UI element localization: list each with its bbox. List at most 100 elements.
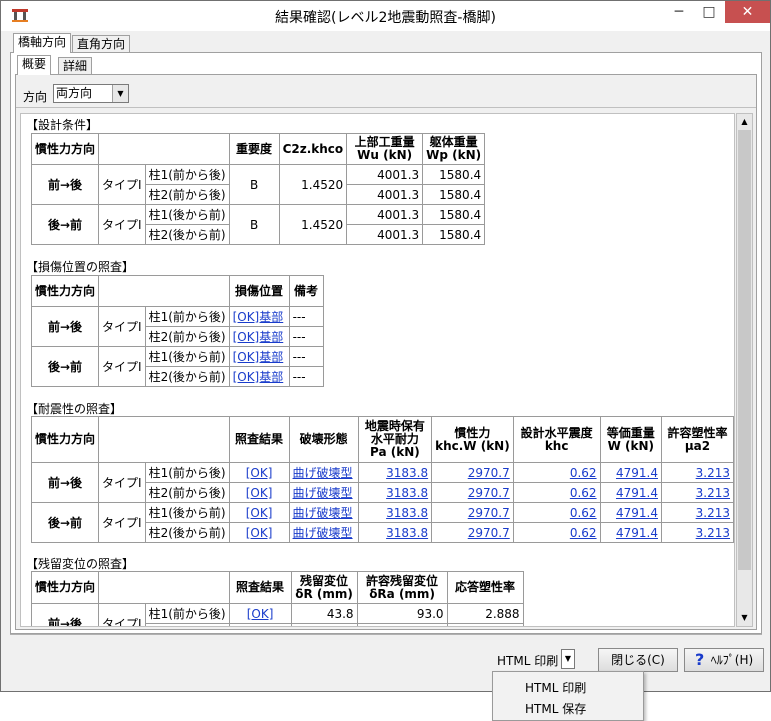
- mode-link[interactable]: 曲げ破壊型: [293, 486, 353, 500]
- damage-pos-link[interactable]: [OK]基部: [233, 310, 284, 324]
- scroll-up-icon[interactable]: ▲: [737, 114, 752, 130]
- damage-pos-link[interactable]: [OK]基部: [233, 330, 284, 344]
- importance-value: B: [228, 204, 280, 245]
- mode-link[interactable]: 曲げ破壊型: [293, 526, 353, 540]
- header-note: 備考: [288, 275, 324, 307]
- help-label: ﾍﾙﾌﾟ(H): [710, 653, 754, 667]
- pa-link[interactable]: 3183.8: [386, 486, 428, 500]
- mu-link[interactable]: 3.213: [696, 526, 730, 540]
- col-label: 柱1(後から前): [144, 502, 230, 523]
- mu-link[interactable]: 3.213: [696, 486, 730, 500]
- w-link[interactable]: 4791.4: [616, 486, 658, 500]
- vertical-scrollbar[interactable]: ▲ ▼: [736, 113, 753, 627]
- note-value: ---: [288, 326, 324, 347]
- dr-value: 43.8: [290, 603, 358, 624]
- col-label: 柱2(前から後): [144, 326, 230, 347]
- khcw-link[interactable]: 2970.7: [468, 466, 510, 480]
- header-blank: [98, 571, 230, 604]
- html-dropdown-menu: HTML 印刷 HTML 保存: [492, 671, 644, 721]
- direction-label: 方向: [23, 90, 48, 104]
- wp-value: 1580.4: [422, 164, 486, 185]
- mode-link[interactable]: 曲げ破壊型: [293, 506, 353, 520]
- col-label: 柱2(後から前): [144, 522, 230, 543]
- header-result: 照査結果: [228, 571, 292, 604]
- residual-section-title: 【残留変位の照査】: [26, 557, 135, 571]
- col-label: 柱1(前から後): [144, 306, 230, 327]
- main-window: 結果確認(レベル2地震動照査-橋脚) ─ □ ✕ 橋軸方向 直角方向 概要 詳細…: [0, 0, 771, 692]
- header-blank: [98, 416, 230, 463]
- chevron-down-icon: ▼: [112, 85, 128, 102]
- minimize-button[interactable]: ─: [665, 1, 693, 23]
- maximize-button[interactable]: □: [695, 1, 723, 23]
- result-link[interactable]: [OK]: [246, 526, 273, 540]
- col-label: 柱2(後から前): [144, 224, 230, 245]
- menu-item-html-save[interactable]: HTML 保存: [525, 700, 586, 717]
- khcw-link[interactable]: 2970.7: [468, 526, 510, 540]
- col-label: 柱1(後から前): [144, 204, 230, 225]
- html-dropdown-button[interactable]: ▼: [561, 649, 575, 669]
- dir-fwd: 前→後: [30, 164, 100, 205]
- chevron-down-icon: ▼: [564, 654, 572, 663]
- c2z-value: 1.4520: [278, 204, 348, 245]
- col-label: 柱2(前から後): [144, 184, 230, 205]
- mu-link[interactable]: 3.213: [696, 506, 730, 520]
- importance-value: B: [228, 164, 280, 205]
- header-khc: 設計水平震度 khc: [512, 416, 601, 463]
- header-dra: 許容残留変位 δRa (mm): [356, 571, 448, 604]
- header-dr: 残留変位 δR (mm): [290, 571, 358, 604]
- tab-summary[interactable]: 概要: [17, 55, 52, 75]
- header-importance: 重要度: [228, 133, 280, 165]
- divider: [16, 107, 756, 108]
- mode-link[interactable]: 曲げ破壊型: [293, 466, 353, 480]
- seismic-section-title: 【耐震性の照査】: [26, 402, 123, 416]
- seismic-table: 慣性力方向 照査結果 破壊形態 地震時保有 水平耐力 Pa (kN) 慣性力 khc.…: [30, 416, 734, 543]
- w-link[interactable]: 4791.4: [616, 526, 658, 540]
- header-c2z: C2z.khco: [278, 133, 348, 165]
- damage-pos-link[interactable]: [OK]基部: [233, 370, 284, 384]
- type-label: タイプI: [98, 502, 146, 543]
- pa-link[interactable]: 3183.8: [386, 506, 428, 520]
- header-inertia: 慣性力方向: [30, 416, 100, 463]
- tab-detail[interactable]: 詳細: [58, 57, 93, 75]
- khc-link[interactable]: 0.62: [570, 506, 597, 520]
- menu-item-html-print[interactable]: HTML 印刷: [525, 679, 586, 696]
- type-label: タイプI: [98, 164, 146, 205]
- pa-link[interactable]: 3183.8: [386, 526, 428, 540]
- close-button[interactable]: 閉じる(C): [598, 648, 678, 672]
- khc-link[interactable]: 0.62: [570, 526, 597, 540]
- result-link[interactable]: [OK]: [246, 486, 273, 500]
- pa-link[interactable]: 3183.8: [386, 466, 428, 480]
- header-pa: 地震時保有 水平耐力 Pa (kN): [357, 416, 433, 463]
- type-label: タイプI: [98, 603, 146, 626]
- mu-link[interactable]: 3.213: [696, 466, 730, 480]
- close-window-button[interactable]: ✕: [725, 1, 770, 23]
- resp-value: 2.888: [446, 603, 524, 624]
- wu-value: 4001.3: [346, 204, 424, 225]
- header-wu: 上部工重量 Wu (kN): [346, 133, 424, 165]
- help-icon: ?: [695, 650, 705, 669]
- w-link[interactable]: 4791.4: [616, 466, 658, 480]
- note-value: ---: [288, 366, 324, 387]
- khcw-link[interactable]: 2970.7: [468, 486, 510, 500]
- result-link[interactable]: [OK]: [247, 607, 274, 621]
- header-result: 照査結果: [228, 416, 290, 463]
- direction-select[interactable]: 両方向 ▼: [53, 84, 129, 103]
- damage-pos-link[interactable]: [OK]基部: [233, 350, 284, 364]
- result-link[interactable]: [OK]: [246, 506, 273, 520]
- wu-value: 4001.3: [346, 224, 424, 245]
- scroll-down-icon[interactable]: ▼: [737, 610, 752, 626]
- header-damage-pos: 損傷位置: [228, 275, 290, 307]
- khc-link[interactable]: 0.62: [570, 486, 597, 500]
- type-label: タイプI: [98, 306, 146, 347]
- scroll-thumb[interactable]: [738, 130, 751, 570]
- col-label: 柱1(前から後): [144, 462, 230, 483]
- wp-value: 1580.4: [422, 184, 486, 205]
- khcw-link[interactable]: 2970.7: [468, 506, 510, 520]
- type-label: タイプI: [98, 204, 146, 245]
- tab-perpendicular[interactable]: 直角方向: [72, 35, 131, 53]
- tab-bridge-axis[interactable]: 橋軸方向: [13, 33, 72, 53]
- help-button[interactable]: ? ﾍﾙﾌﾟ(H): [684, 648, 764, 672]
- w-link[interactable]: 4791.4: [616, 506, 658, 520]
- khc-link[interactable]: 0.62: [570, 466, 597, 480]
- result-link[interactable]: [OK]: [246, 466, 273, 480]
